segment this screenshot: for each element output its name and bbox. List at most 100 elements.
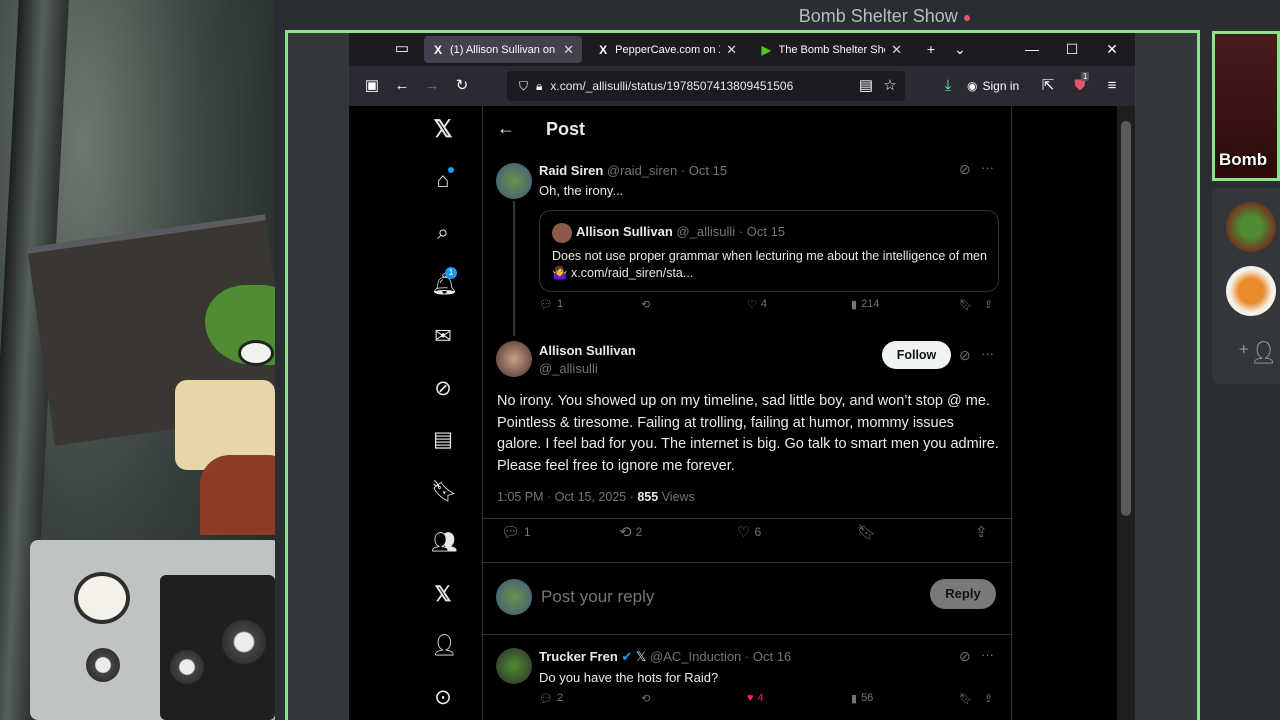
like-button[interactable]: ♥ 4 [747,692,764,704]
tab-bomb-shelter-show[interactable]: ▶ The Bomb Shelter Show ✕ [752,36,910,63]
x-logo-icon[interactable]: 𝕏 [431,118,455,142]
more-icon[interactable]: ⊙ [431,686,455,710]
heart-icon: ♡ [737,524,751,541]
separator: · [744,649,750,664]
share-icon[interactable]: ⇪ [984,692,993,705]
quote-card[interactable]: Allison Sullivan @_allisulli · Oct 15 Do… [539,210,999,292]
views-button[interactable]: ▮ 214 [851,298,879,311]
separator: · [738,224,744,239]
maximize-button[interactable]: ☐ [1061,39,1083,59]
extensions-icon[interactable]: ⇱ [1037,75,1059,97]
reply-button[interactable]: Reply [930,579,996,609]
bookmarks-icon[interactable]: 🔖︎ [431,480,458,504]
divider [483,518,1013,519]
tab-overview-icon[interactable]: ▭ [391,38,413,60]
tab-peppercave[interactable]: X PepperCave.com on X: " ✕ [589,36,745,63]
stream-title-text: Bomb Shelter Show [798,6,958,26]
guest-list: ⁺👤︎ [1212,188,1280,384]
author-handle[interactable]: @raid_siren [607,163,677,178]
author-name[interactable]: Allison Sullivan [539,343,636,358]
author-handle[interactable]: @AC_Induction [650,649,741,664]
post-date[interactable]: Oct 15 [689,163,727,178]
tab-allison-sullivan[interactable]: X (1) Allison Sullivan on X: " ✕ [424,36,582,63]
url-text[interactable]: x.com/_allisulli/status/1978507413809451… [550,79,793,93]
post-text: Oh, the irony... [539,183,624,198]
close-tab-icon[interactable]: ✕ [563,42,574,58]
more-options-icon[interactable]: ··· [981,346,994,361]
avatar[interactable] [496,163,532,199]
address-bar[interactable]: ⛉ 🔒︎ x.com/_allisulli/status/19785074138… [507,71,905,101]
avatar[interactable] [496,341,532,377]
communities-icon[interactable]: 👥︎ [431,531,458,555]
tracking-protection-icon[interactable]: ⛉ [519,79,528,94]
guest-avatar[interactable] [1226,202,1276,252]
profile-icon[interactable]: 👤︎ [431,634,458,658]
sidebar-toggle-icon[interactable]: ▣ [361,75,383,97]
messages-icon[interactable]: ✉ [431,325,455,349]
grok-icon[interactable]: ⊘ [959,347,971,364]
more-options-icon[interactable]: ··· [981,647,994,662]
back-arrow-icon[interactable]: ← [497,118,515,139]
reply-button[interactable]: 💬︎ 1 [539,298,563,311]
views-button[interactable]: ▮ 56 [851,692,873,705]
download-icon[interactable]: ⤓ [937,75,959,97]
bookmark-icon[interactable]: 🔖︎ [857,523,876,541]
share-icon[interactable]: ⇪ [975,523,988,541]
close-tab-icon[interactable]: ✕ [891,42,902,58]
x-page: 𝕏 ⌂ ⌕ 🔔︎ 1 ✉ ⊘ ▤ 🔖︎ 👥︎ 𝕏 👤︎ ⊙ ← Post Rai… [349,106,1135,720]
tab-list-button[interactable]: ⌄ [949,39,971,59]
reply-button[interactable]: 💬︎ 1 [501,523,531,541]
grok-icon[interactable]: ⊘ [959,648,971,665]
scrollbar-thumb[interactable] [1121,121,1131,516]
tab-title: PepperCave.com on X: " [615,43,720,56]
bookmark-star-icon[interactable]: ☆ [879,75,901,97]
repost-button[interactable]: ⟲ [641,692,650,705]
extension-badge: 1 [1081,72,1090,81]
premium-x-icon[interactable]: 𝕏 [431,583,455,607]
add-guest-icon[interactable]: ⁺👤︎ [1238,340,1278,366]
page-scrollbar[interactable] [1117,106,1135,720]
search-icon[interactable]: ⌕ [431,221,455,245]
browser-window: ▭ X (1) Allison Sullivan on X: " ✕ X Pep… [349,33,1135,720]
author-name[interactable]: Raid Siren [539,163,603,178]
close-window-button[interactable]: ✕ [1101,39,1123,59]
grok-icon[interactable]: ⊘ [431,377,455,401]
lists-icon[interactable]: ▤ [431,428,455,452]
author-name[interactable]: Trucker Fren [539,649,618,664]
bookmark-icon[interactable]: 🔖︎ [959,298,973,311]
post-timestamp[interactable]: 1:05 PM · Oct 15, 2025 · [497,490,637,504]
reply-count: 2 [556,692,564,704]
avatar[interactable] [496,648,532,684]
guest-avatar[interactable] [1226,266,1276,316]
reply-count: 1 [524,525,531,539]
reply-button[interactable]: 💬︎ 2 [539,692,563,705]
menu-hamburger-icon[interactable]: ≡ [1101,75,1123,97]
post-date[interactable]: Oct 16 [753,649,791,664]
follow-button[interactable]: Follow [882,341,951,369]
repost-button[interactable]: ⟲ [641,298,650,311]
views-label: Views [658,490,695,504]
author-handle[interactable]: @_allisulli [539,361,598,376]
grok-icon[interactable]: ⊘ [959,161,971,178]
reply-icon: 💬︎ [539,692,553,705]
sign-in-button[interactable]: ◉ Sign in [967,75,1019,97]
bookmark-icon[interactable]: 🔖︎ [959,692,973,705]
reply-icon: 💬︎ [539,298,553,311]
forward-icon[interactable]: → [421,75,443,97]
more-options-icon[interactable]: ··· [981,160,994,175]
lock-icon[interactable]: 🔒︎ [536,79,542,94]
close-tab-icon[interactable]: ✕ [726,42,737,58]
back-icon[interactable]: ← [391,75,413,97]
new-tab-button[interactable]: + [920,39,942,59]
reply-input[interactable]: Post your reply [541,587,654,607]
stream-title: Bomb Shelter Show ● [700,6,1070,27]
like-button[interactable]: ♡ 4 [747,298,767,311]
reload-icon[interactable]: ↻ [451,75,473,97]
like-button[interactable]: ♡ 6 [737,523,761,541]
share-icon[interactable]: ⇪ [984,298,993,311]
reader-view-icon[interactable]: ▤ [855,75,877,97]
minimize-button[interactable]: — [1021,39,1043,59]
repost-button[interactable]: ⟲ 2 [619,523,642,541]
author-handle: @_allisulli [676,224,736,239]
notification-badge: 1 [445,267,457,279]
